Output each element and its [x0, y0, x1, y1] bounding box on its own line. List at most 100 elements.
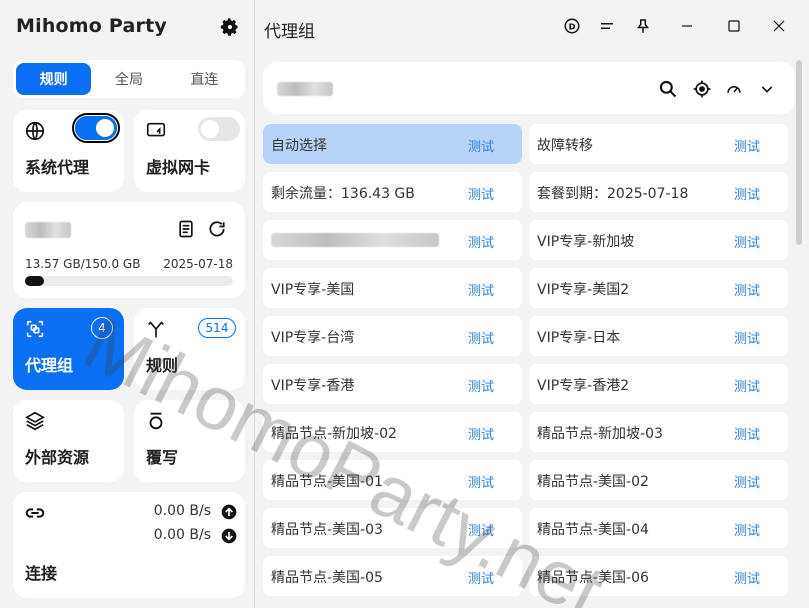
proxy-name-redacted	[271, 233, 439, 247]
proxy-test-button[interactable]: 测试	[734, 424, 760, 443]
proxy-test-button[interactable]: 测试	[468, 472, 494, 491]
override-card[interactable]: 覆写	[134, 400, 245, 482]
proxy-item[interactable]: VIP专享-新加坡 测试	[529, 220, 788, 260]
chevron-down-icon[interactable]	[756, 78, 778, 100]
system-proxy-card[interactable]: 系统代理	[13, 110, 124, 192]
proxy-item[interactable]: VIP专享-台湾 测试	[263, 316, 522, 356]
download-speed: 0.00 B/s	[153, 527, 211, 543]
proxy-item[interactable]: 精品节点-美国-04 测试	[529, 508, 788, 548]
proxy-name: VIP专享-香港2	[537, 378, 630, 394]
proxy-item[interactable]: 套餐到期：2025-07-18 测试	[529, 172, 788, 212]
direct-mode-icon[interactable]: D	[562, 16, 582, 36]
mode-direct-tab[interactable]: 直连	[167, 63, 242, 95]
download-arrow-icon	[221, 528, 237, 544]
connections-card[interactable]: 0.00 B/s 0.00 B/s 连接	[13, 492, 245, 598]
group-name-redacted	[277, 82, 333, 96]
proxy-item[interactable]: 剩余流量：136.43 GB 测试	[263, 172, 522, 212]
maximize-icon[interactable]	[724, 16, 744, 36]
proxy-item[interactable]: 精品节点-美国-05 测试	[263, 556, 522, 596]
speedometer-icon[interactable]	[723, 78, 745, 100]
tun-card[interactable]: 虚拟网卡	[134, 110, 245, 192]
menu-lines-icon[interactable]	[597, 16, 617, 36]
proxy-name: VIP专享-美国	[271, 282, 355, 298]
proxy-test-button[interactable]: 测试	[734, 328, 760, 347]
proxy-item[interactable]: 精品节点-美国-03 测试	[263, 508, 522, 548]
resources-label: 外部资源	[25, 448, 90, 467]
proxy-name: 套餐到期：2025-07-18	[537, 186, 689, 202]
profile-usage: 13.57 GB/150.0 GB	[25, 257, 141, 271]
mode-global-tab[interactable]: 全局	[91, 63, 166, 95]
proxy-test-button[interactable]: 测试	[468, 280, 494, 299]
tun-toggle[interactable]	[198, 117, 240, 141]
proxy-test-button[interactable]: 测试	[734, 232, 760, 251]
proxy-test-button[interactable]: 测试	[468, 568, 494, 587]
proxy-item[interactable]: 精品节点-新加坡-02 测试	[263, 412, 522, 452]
proxy-item[interactable]: 自动选择 测试	[263, 124, 522, 164]
refresh-icon[interactable]	[207, 219, 227, 239]
proxy-item[interactable]: VIP专享-香港2 测试	[529, 364, 788, 404]
proxy-name: 精品节点-美国-01	[271, 474, 383, 490]
proxy-groups-icon	[24, 318, 46, 340]
proxy-item[interactable]: 精品节点-美国-02 测试	[529, 460, 788, 500]
close-icon[interactable]	[769, 16, 789, 36]
usage-progress-track	[25, 276, 233, 286]
resources-card[interactable]: 外部资源	[13, 400, 124, 482]
proxy-test-button[interactable]: 测试	[468, 520, 494, 539]
mode-rule-tab[interactable]: 规则	[16, 63, 92, 95]
locate-icon[interactable]	[691, 78, 713, 100]
app-title: Mihomo Party	[16, 15, 167, 37]
mode-switcher: 规则 全局 直连	[13, 60, 245, 98]
proxy-item[interactable]: 精品节点-新加坡-03 测试	[529, 412, 788, 452]
proxy-test-button[interactable]: 测试	[734, 568, 760, 587]
proxy-name: 剩余流量：136.43 GB	[271, 186, 415, 202]
rules-count-badge: 514	[198, 318, 236, 338]
proxy-name: 精品节点-新加坡-03	[537, 426, 663, 442]
proxy-name: VIP专享-台湾	[271, 330, 355, 346]
proxy-name: 精品节点-美国-03	[271, 522, 383, 538]
proxy-test-button[interactable]: 测试	[468, 424, 494, 443]
app-window: Mihomo Party 规则 全局 直连 系统代理 虚拟网卡 13.57 GB…	[0, 0, 809, 608]
upload-arrow-icon	[221, 504, 237, 520]
proxy-test-button[interactable]: 测试	[468, 232, 494, 251]
proxy-groups-card[interactable]: 4 代理组	[13, 308, 124, 390]
proxy-item[interactable]: VIP专享-美国2 测试	[529, 268, 788, 308]
proxy-test-button[interactable]: 测试	[468, 136, 494, 155]
settings-gear-icon[interactable]	[219, 16, 241, 38]
main-panel: 代理组 D 自动选择 测试 故障转移 测试 剩余流量：136.43 GB 测试 …	[256, 0, 809, 608]
rules-card[interactable]: 514 规则	[134, 308, 245, 390]
pin-icon[interactable]	[633, 16, 653, 36]
proxy-test-button[interactable]: 测试	[734, 520, 760, 539]
proxy-item[interactable]: VIP专享-美国 测试	[263, 268, 522, 308]
proxy-test-button[interactable]: 测试	[734, 184, 760, 203]
proxy-test-button[interactable]: 测试	[734, 472, 760, 491]
proxy-item[interactable]: 故障转移 测试	[529, 124, 788, 164]
globe-icon	[24, 120, 46, 142]
proxy-item[interactable]: VIP专享-日本 测试	[529, 316, 788, 356]
profile-card[interactable]: 13.57 GB/150.0 GB 2025-07-18	[13, 202, 245, 298]
system-proxy-toggle[interactable]	[72, 113, 120, 143]
scrollbar[interactable]	[796, 60, 802, 245]
search-icon[interactable]	[657, 78, 679, 100]
proxy-test-button[interactable]: 测试	[468, 184, 494, 203]
proxy-name: 精品节点-美国-06	[537, 570, 649, 586]
proxy-test-button[interactable]: 测试	[734, 376, 760, 395]
proxy-test-button[interactable]: 测试	[468, 328, 494, 347]
document-icon[interactable]	[176, 219, 196, 239]
proxy-name: VIP专享-美国2	[537, 282, 630, 298]
proxy-item[interactable]: 精品节点-美国-01 测试	[263, 460, 522, 500]
override-icon	[145, 410, 167, 432]
virtual-nic-icon	[145, 120, 167, 142]
proxy-item[interactable]: 测试	[263, 220, 522, 260]
proxy-test-button[interactable]: 测试	[734, 280, 760, 299]
proxy-test-button[interactable]: 测试	[734, 136, 760, 155]
proxy-item[interactable]: 精品节点-美国-06 测试	[529, 556, 788, 596]
branch-icon	[145, 318, 167, 340]
proxy-name: 精品节点-美国-02	[537, 474, 649, 490]
minimize-icon[interactable]	[677, 16, 697, 36]
link-icon	[24, 502, 46, 524]
proxy-item[interactable]: VIP专享-香港 测试	[263, 364, 522, 404]
proxy-test-button[interactable]: 测试	[468, 376, 494, 395]
group-header-bar[interactable]	[263, 62, 795, 114]
layers-icon	[24, 410, 46, 432]
proxy-name: 精品节点-新加坡-02	[271, 426, 397, 442]
